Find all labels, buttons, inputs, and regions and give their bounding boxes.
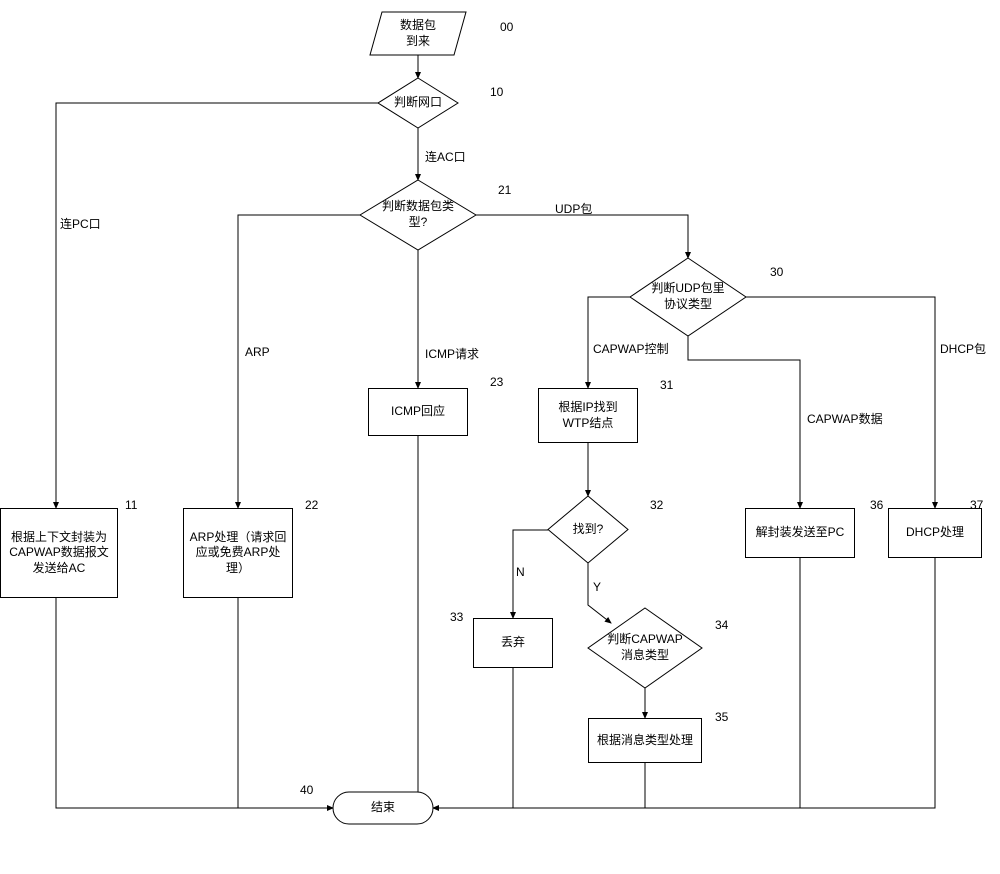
ref-36: 36 (870, 498, 883, 512)
ref-22: 22 (305, 498, 318, 512)
edge-label-pc: 连PC口 (60, 215, 101, 232)
node-00: 数据包 到来 (370, 12, 466, 55)
node-37: DHCP处理 (888, 508, 982, 558)
flowchart-connectors (0, 0, 1000, 874)
node-23: ICMP回应 (368, 388, 468, 436)
ref-32: 32 (650, 498, 663, 512)
ref-11: 11 (125, 498, 137, 512)
node-21: 判断数据包类 型? (360, 180, 476, 250)
node-31: 根据IP找到 WTP结点 (538, 388, 638, 443)
ref-23: 23 (490, 375, 503, 389)
node-10: 判断网口 (378, 78, 458, 128)
node-34: 判断CAPWAP 消息类型 (588, 608, 702, 688)
node-32: 找到? (548, 496, 628, 563)
ref-37: 37 (970, 498, 983, 512)
node-30: 判断UDP包里 协议类型 (630, 258, 746, 336)
node-11: 根据上下文封装为 CAPWAP数据报文 发送给AC (0, 508, 118, 598)
edge-label-y: Y (593, 580, 601, 594)
ref-35: 35 (715, 710, 728, 724)
edge-label-arp: ARP (245, 345, 270, 359)
node-33: 丢弃 (473, 618, 553, 668)
node-40: 结束 (333, 792, 433, 824)
edge-label-ac: 连AC口 (425, 148, 466, 165)
ref-40: 40 (300, 783, 313, 797)
edge-label-capctrl: CAPWAP控制 (593, 340, 669, 357)
ref-34: 34 (715, 618, 728, 632)
ref-21: 21 (498, 183, 511, 197)
ref-10: 10 (490, 85, 503, 99)
node-36: 解封装发送至PC (745, 508, 855, 558)
node-35: 根据消息类型处理 (588, 718, 702, 763)
edge-label-n: N (516, 565, 525, 579)
edge-label-udp: UDP包 (555, 200, 592, 217)
ref-00: 00 (500, 20, 513, 34)
ref-31: 31 (660, 378, 673, 392)
edge-label-capdata: CAPWAP数据 (807, 410, 883, 427)
edge-label-dhcp: DHCP包 (940, 340, 986, 357)
ref-30: 30 (770, 265, 783, 279)
node-22: ARP处理（请求回 应或免费ARP处 理） (183, 508, 293, 598)
ref-33: 33 (450, 610, 463, 624)
edge-label-icmp: ICMP请求 (425, 345, 479, 362)
